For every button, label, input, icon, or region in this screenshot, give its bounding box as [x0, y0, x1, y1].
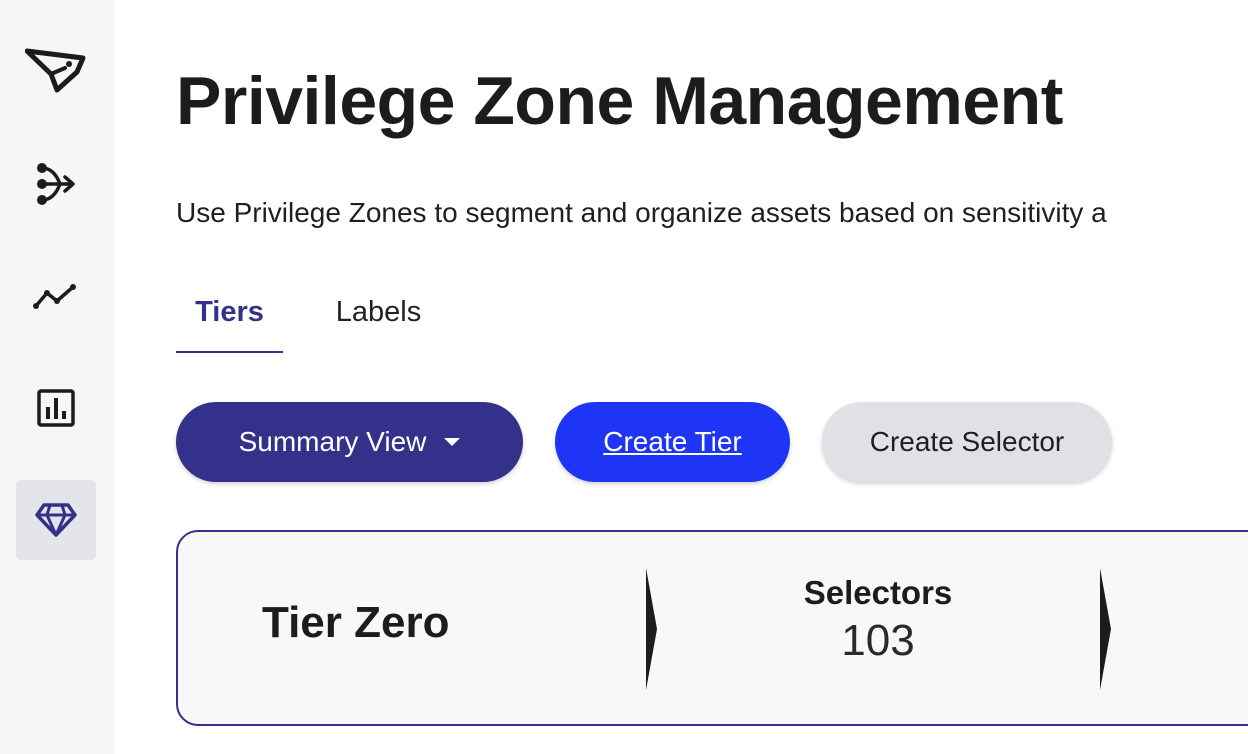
sidebar-item-privilege-zones[interactable] [16, 480, 96, 560]
active-tab-indicator [176, 351, 283, 353]
create-tier-label: Create Tier [603, 426, 742, 457]
bar-chart-icon [37, 389, 75, 427]
app-window: Privilege Zone Management Use Privilege … [0, 0, 1248, 754]
trend-line-icon [33, 284, 76, 309]
tab-tiers-label: Tiers [195, 296, 264, 328]
selectors-label: Selectors [803, 574, 953, 611]
logo-icon [25, 48, 86, 93]
page-description: Use Privilege Zones to segment and organ… [176, 197, 1107, 228]
selectors-stat: Selectors 103 [738, 574, 1018, 666]
tab-tiers[interactable]: Tiers [176, 290, 283, 354]
create-selector-button[interactable]: Create Selector [822, 402, 1112, 482]
sidebar-item-explore[interactable] [16, 144, 96, 224]
tier-card[interactable]: Tier Zero Selectors 103 [176, 530, 1248, 726]
chevron-divider-icon [1100, 568, 1111, 690]
tier-name: Tier Zero [262, 598, 450, 647]
caret-down-icon [444, 438, 461, 446]
summary-view-dropdown[interactable]: Summary View [176, 402, 523, 482]
sidebar-item-home[interactable] [16, 30, 96, 110]
sidebar-item-trends[interactable] [16, 256, 96, 336]
diamond-icon [35, 503, 77, 537]
sidebar-item-reports[interactable] [16, 368, 96, 448]
chevron-divider-icon [646, 568, 657, 690]
graph-explore-icon [37, 163, 75, 205]
selectors-count: 103 [841, 616, 915, 665]
summary-view-label: Summary View [238, 426, 427, 457]
create-selector-label: Create Selector [869, 426, 1065, 457]
sidebar [0, 0, 114, 754]
create-tier-button[interactable]: Create Tier [555, 402, 790, 482]
tab-labels[interactable]: Labels [321, 290, 436, 354]
tab-labels-label: Labels [335, 296, 422, 328]
main-content: Privilege Zone Management Use Privilege … [114, 0, 1248, 754]
page-title: Privilege Zone Management [176, 63, 1063, 139]
